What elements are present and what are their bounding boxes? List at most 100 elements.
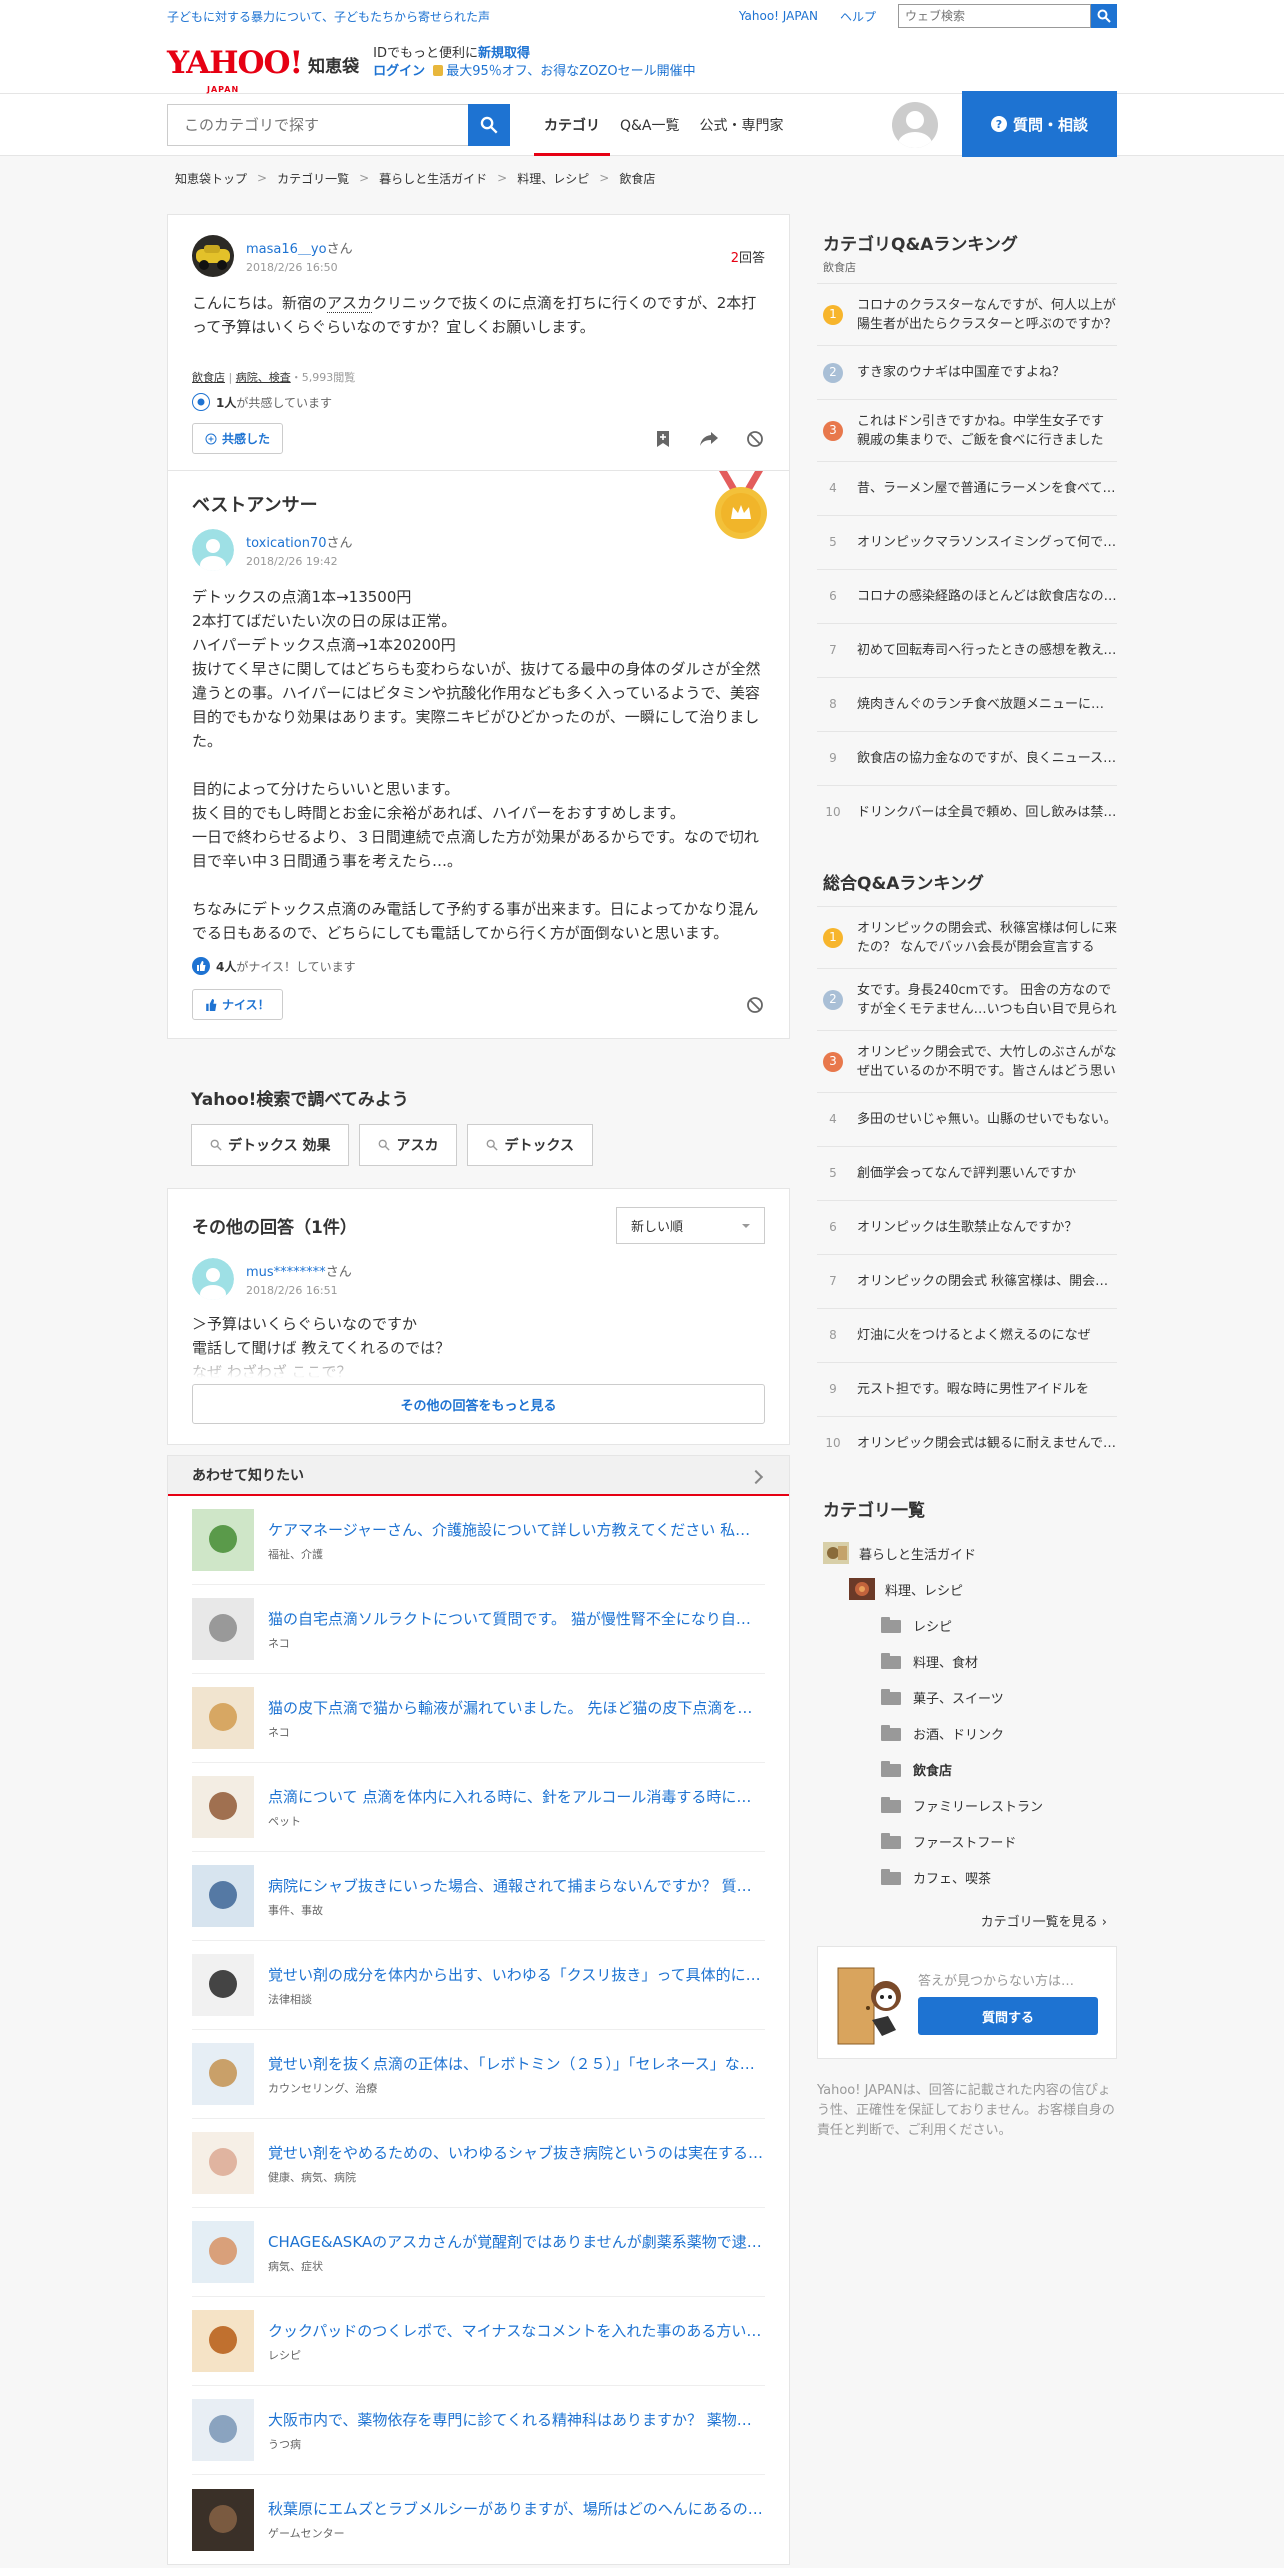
keyword-button[interactable]: デトックス 効果 bbox=[191, 1124, 350, 1166]
related-item[interactable]: 点滴について 点滴を体内に入れる時に、針をアルコール消毒する時に使う綿はペット bbox=[192, 1763, 765, 1852]
related-item[interactable]: 猫の自宅点滴ソルラクトについて質問です。 猫が慢性腎不全になり自宅で点滴をしてい… bbox=[192, 1585, 765, 1674]
ranking-item[interactable]: 4 多田のせいじゃ無い。山縣のせいでもない。 bbox=[817, 1092, 1117, 1146]
related-category[interactable]: ゲームセンター bbox=[268, 2525, 765, 2541]
related-title[interactable]: 大阪市内で、薬物依存を専門に診てくれる精神科はありますか？ 薬物依存について bbox=[268, 2409, 765, 2430]
category-more-link[interactable]: カテゴリ一覧を見る › bbox=[817, 1911, 1117, 1930]
related-title[interactable]: 猫の自宅点滴ソルラクトについて質問です。 猫が慢性腎不全になり自宅で点滴をしてい… bbox=[268, 1608, 765, 1629]
crumb-categories[interactable]: カテゴリ一覧 bbox=[277, 170, 349, 187]
questioner-name[interactable]: masa16＿yo bbox=[246, 242, 327, 257]
user-avatar[interactable] bbox=[892, 102, 938, 148]
crumb-cooking[interactable]: 料理、レシピ bbox=[517, 170, 589, 187]
more-answers-button[interactable]: その他の回答をもっと見る bbox=[192, 1384, 765, 1424]
category-search-button[interactable] bbox=[468, 104, 510, 146]
block-icon[interactable] bbox=[745, 995, 765, 1015]
ranking-item[interactable]: 2 女です。身長240cmです。 田舎の方なのですが全くモテません…いつも白い目で… bbox=[817, 968, 1117, 1030]
ask-box-button[interactable]: 質問する bbox=[918, 1997, 1098, 2035]
tab-qa-list[interactable]: Q&A一覧 bbox=[610, 94, 690, 156]
chiebukuro-logo[interactable]: YAHOO! JAPAN 知恵袋 bbox=[167, 47, 359, 94]
related-item[interactable]: 覚せい剤を抜く点滴の正体は、「レボトミン（２５）」「セレネース」なのでしょうかカ… bbox=[192, 2030, 765, 2119]
ranking-item[interactable]: 8 焼肉きんぐのランチ食べ放題メニューについて bbox=[817, 677, 1117, 731]
related-title[interactable]: ケアマネージャーさん、介護施設について詳しい方教えてください 私の祖母は現在85… bbox=[268, 1519, 765, 1540]
related-item[interactable]: 猫の皮下点滴で猫から輸液が漏れていました。 先ほど猫の皮下点滴を終えたのですがネ… bbox=[192, 1674, 765, 1763]
related-title[interactable]: 点滴について 点滴を体内に入れる時に、針をアルコール消毒する時に使う綿は bbox=[268, 1786, 765, 1807]
ranking-item[interactable]: 6 オリンピックは生歌禁止なんですか？ bbox=[817, 1200, 1117, 1254]
ranking-item[interactable]: 6 コロナの感染経路のほとんどは飲食店なのですか bbox=[817, 569, 1117, 623]
ranking-item[interactable]: 10 ドリンクバーは全員で頼め、回し飲みは禁止ですか bbox=[817, 785, 1117, 839]
question-keyword-link[interactable]: アスカ bbox=[327, 294, 373, 313]
category-parent[interactable]: 暮らしと生活ガイド bbox=[817, 1535, 1117, 1571]
related-category[interactable]: 福祉、介護 bbox=[268, 1546, 765, 1562]
notice-link[interactable]: 子どもに対する暴力について、子どもたちから寄せられた声 bbox=[167, 8, 739, 25]
related-category[interactable]: うつ病 bbox=[268, 2436, 765, 2452]
related-category[interactable]: カウンセリング、治療 bbox=[268, 2080, 765, 2096]
questioner-avatar[interactable] bbox=[192, 235, 234, 277]
related-title[interactable]: 秋葉原にエムズとラブメルシーがありますが、場所はどのへんにあるのでしょうか bbox=[268, 2498, 765, 2519]
subcategory-item[interactable]: お酒、ドリンク bbox=[817, 1715, 1117, 1751]
nice-button[interactable]: ナイス！ bbox=[192, 989, 283, 1020]
related-item[interactable]: 覚せい剤をやめるための、いわゆるシャブ抜き病院というのは実在するのでしょうか健康… bbox=[192, 2119, 765, 2208]
yahoo-japan-link[interactable]: Yahoo! JAPAN bbox=[739, 9, 818, 23]
related-heading[interactable]: あわせて知りたい bbox=[168, 1456, 789, 1496]
tab-official[interactable]: 公式・専門家 bbox=[690, 94, 794, 156]
subcategory-item[interactable]: カフェ、喫茶 bbox=[817, 1859, 1117, 1895]
tab-category[interactable]: カテゴリ bbox=[534, 94, 610, 156]
help-link[interactable]: ヘルプ bbox=[840, 8, 876, 25]
related-item[interactable]: 病院にシャブ抜きにいった場合、通報されて捕まらないんですか？ 質問です事件、事故 bbox=[192, 1852, 765, 1941]
subcategory-item[interactable]: レシピ bbox=[817, 1607, 1117, 1643]
related-category[interactable]: 法律相談 bbox=[268, 1991, 765, 2007]
ranking-item[interactable]: 7 初めて回転寿司へ行ったときの感想を教えてください bbox=[817, 623, 1117, 677]
share-icon[interactable] bbox=[699, 429, 719, 449]
web-search-input[interactable] bbox=[898, 4, 1091, 28]
ask-question-button[interactable]: ? 質問・相談 bbox=[962, 91, 1117, 157]
related-item[interactable]: 秋葉原にエムズとラブメルシーがありますが、場所はどのへんにあるのでしょうかゲーム… bbox=[192, 2475, 765, 2564]
ranking-item[interactable]: 7 オリンピックの閉会式 秋篠宮様は、開会式の時に bbox=[817, 1254, 1117, 1308]
related-category[interactable]: 病気、症状 bbox=[268, 2258, 765, 2274]
tag-hospital[interactable]: 病院、検査 bbox=[236, 371, 291, 384]
ranking-item[interactable]: 5 オリンピックマラソンスイミングって何ですか bbox=[817, 515, 1117, 569]
zozo-promo-link[interactable]: 最大95％オフ、お得なZOZOセール開催中 bbox=[446, 64, 695, 79]
related-category[interactable]: ネコ bbox=[268, 1635, 765, 1651]
related-category[interactable]: ペット bbox=[268, 1813, 765, 1829]
ranking-item[interactable]: 1 オリンピックの閉会式、秋篠宮様は何しに来たの？ なんでバッハ会長が閉会宣言する… bbox=[817, 906, 1117, 968]
keyword-button[interactable]: デトックス bbox=[467, 1124, 594, 1166]
related-title[interactable]: 覚せい剤を抜く点滴の正体は、「レボトミン（２５）」「セレネース」なのでしょうか bbox=[268, 2053, 765, 2074]
related-item[interactable]: 覚せい剤の成分を体内から出す、いわゆる「クスリ抜き」って具体的にはどうやるのです… bbox=[192, 1941, 765, 2030]
block-icon[interactable] bbox=[745, 429, 765, 449]
related-title[interactable]: 覚せい剤の成分を体内から出す、いわゆる「クスリ抜き」って具体的にはどうやるのです… bbox=[268, 1964, 765, 1985]
ranking-item[interactable]: 3 これはドン引きですかね。中学生女子です 親戚の集まりで、ご飯を食べに行きました bbox=[817, 399, 1117, 461]
register-link[interactable]: 新規取得 bbox=[478, 46, 530, 61]
login-link[interactable]: ログイン bbox=[373, 64, 425, 79]
ranking-item[interactable]: 4 昔、ラーメン屋で普通にラーメンを食べていたら bbox=[817, 461, 1117, 515]
ranking-item[interactable]: 3 オリンピック閉会式で、大竹しのぶさんがなぜ出ているのか不明です。皆さんはどう思… bbox=[817, 1030, 1117, 1092]
keyword-button[interactable]: アスカ bbox=[359, 1124, 458, 1166]
category-child[interactable]: 料理、レシピ bbox=[817, 1571, 1117, 1607]
related-item[interactable]: 大阪市内で、薬物依存を専門に診てくれる精神科はありますか？ 薬物依存についてうつ… bbox=[192, 2386, 765, 2475]
empathy-button[interactable]: 共感した bbox=[192, 423, 284, 454]
answerer-name[interactable]: toxication70 bbox=[246, 536, 327, 551]
ranking-item[interactable]: 5 創価学会ってなんで評判悪いんですか bbox=[817, 1146, 1117, 1200]
web-search-button[interactable] bbox=[1091, 4, 1117, 28]
related-title[interactable]: クックパッドのつくレポで、マイナスなコメントを入れた事のある方いますか？ bbox=[268, 2320, 765, 2341]
subcategory-item[interactable]: 料理、食材 bbox=[817, 1643, 1117, 1679]
ranking-item[interactable]: 1 コロナのクラスターなんですが、何人以上が陽生者が出たらクラスターと呼ぶのですか… bbox=[817, 283, 1117, 345]
answer-count[interactable]: 2回答 bbox=[731, 247, 765, 266]
related-title[interactable]: CHAGE&ASKAのアスカさんが覚醒剤ではありませんが劇薬系薬物で逮捕されまし… bbox=[268, 2231, 765, 2252]
subcategory-item[interactable]: 飲食店 bbox=[817, 1751, 1117, 1787]
related-category[interactable]: 事件、事故 bbox=[268, 1902, 765, 1918]
related-title[interactable]: 病院にシャブ抜きにいった場合、通報されて捕まらないんですか？ 質問です bbox=[268, 1875, 765, 1896]
subcategory-item[interactable]: ファーストフード bbox=[817, 1823, 1117, 1859]
ranking-item[interactable]: 9 飲食店の協力金なのですが、良くニュースで見ますが bbox=[817, 731, 1117, 785]
related-category[interactable]: ネコ bbox=[268, 1724, 765, 1740]
ranking-item[interactable]: 9 元スト担です。暇な時に男性アイドルを bbox=[817, 1362, 1117, 1416]
related-item[interactable]: クックパッドのつくレポで、マイナスなコメントを入れた事のある方いますか？ レシピ bbox=[192, 2297, 765, 2386]
related-item[interactable]: ケアマネージャーさん、介護施設について詳しい方教えてください 私の祖母は現在85… bbox=[192, 1496, 765, 1585]
sort-select[interactable]: 新しい順 bbox=[616, 1207, 765, 1244]
subcategory-item[interactable]: 菓子、スイーツ bbox=[817, 1679, 1117, 1715]
related-category[interactable]: レシピ bbox=[268, 2347, 765, 2363]
related-title[interactable]: 覚せい剤をやめるための、いわゆるシャブ抜き病院というのは実在するのでしょうか bbox=[268, 2142, 765, 2163]
related-title[interactable]: 猫の皮下点滴で猫から輸液が漏れていました。 先ほど猫の皮下点滴を終えたのですが bbox=[268, 1697, 765, 1718]
crumb-living[interactable]: 暮らしと生活ガイド bbox=[379, 170, 487, 187]
tag-restaurant[interactable]: 飲食店 bbox=[192, 371, 225, 384]
subcategory-item[interactable]: ファミリーレストラン bbox=[817, 1787, 1117, 1823]
ranking-item[interactable]: 10 オリンピック閉会式は観るに耐えませんでした bbox=[817, 1416, 1117, 1470]
